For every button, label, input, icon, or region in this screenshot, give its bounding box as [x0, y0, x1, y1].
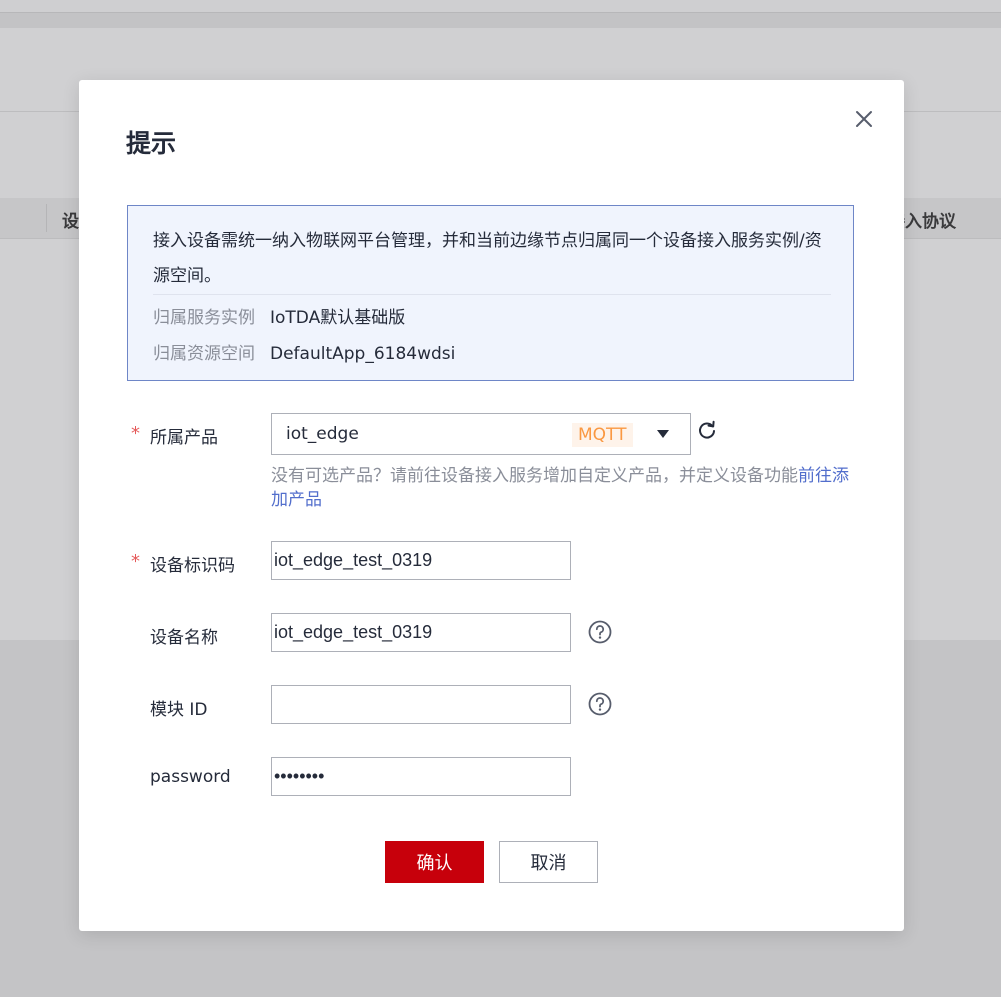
background-strip [0, 13, 1001, 28]
device-name-input[interactable] [271, 613, 571, 652]
password-label: password [150, 767, 231, 787]
device-name-label: 设备名称 [150, 628, 218, 648]
help-icon[interactable] [588, 692, 612, 716]
product-select[interactable]: iot_edge MQTT [271, 413, 691, 455]
background-table-divider [46, 204, 47, 232]
info-box: 接入设备需统一纳入物联网平台管理，并和当前边缘节点归属同一个设备接入服务实例/资… [127, 205, 854, 381]
password-input[interactable] [271, 757, 571, 796]
service-instance-row: 归属服务实例 IoTDA默认基础版 [153, 303, 405, 328]
background-table-header-left: 设 [62, 212, 79, 232]
resource-space-label: 归属资源空间 [153, 344, 255, 364]
help-icon[interactable] [588, 620, 612, 644]
service-instance-label: 归属服务实例 [153, 308, 255, 328]
module-id-label: 模块 ID [150, 700, 208, 720]
module-id-input[interactable] [271, 685, 571, 724]
product-hint: 没有可选产品？请前往设备接入服务增加自定义产品，并定义设备功能前往添加产品 [271, 464, 861, 512]
refresh-icon[interactable] [696, 420, 718, 442]
product-label: 所属产品 [150, 428, 218, 448]
protocol-badge: MQTT [572, 423, 633, 447]
close-icon[interactable] [852, 107, 876, 131]
info-text: 接入设备需统一纳入物联网平台管理，并和当前边缘节点归属同一个设备接入服务实例/资… [153, 231, 822, 286]
required-mark: * [131, 423, 140, 444]
dialog-title: 提示 [126, 129, 177, 158]
product-hint-text: 没有可选产品？请前往设备接入服务增加自定义产品，并定义设备功能 [271, 466, 798, 486]
device-identifier-input[interactable] [271, 541, 571, 580]
dialog: 提示 接入设备需统一纳入物联网平台管理，并和当前边缘节点归属同一个设备接入服务实… [79, 80, 904, 931]
confirm-button[interactable]: 确认 [385, 841, 484, 883]
service-instance-value: IoTDA默认基础版 [270, 308, 406, 328]
cancel-button[interactable]: 取消 [499, 841, 598, 883]
product-select-value: iot_edge [286, 424, 359, 444]
caret-down-icon [657, 430, 669, 438]
device-identifier-label: 设备标识码 [150, 556, 235, 576]
background-topbar [0, 0, 1001, 13]
resource-space-value: DefaultApp_6184wdsi [270, 344, 456, 364]
required-mark: * [131, 551, 140, 572]
info-divider [153, 294, 831, 295]
resource-space-row: 归属资源空间 DefaultApp_6184wdsi [153, 339, 455, 364]
